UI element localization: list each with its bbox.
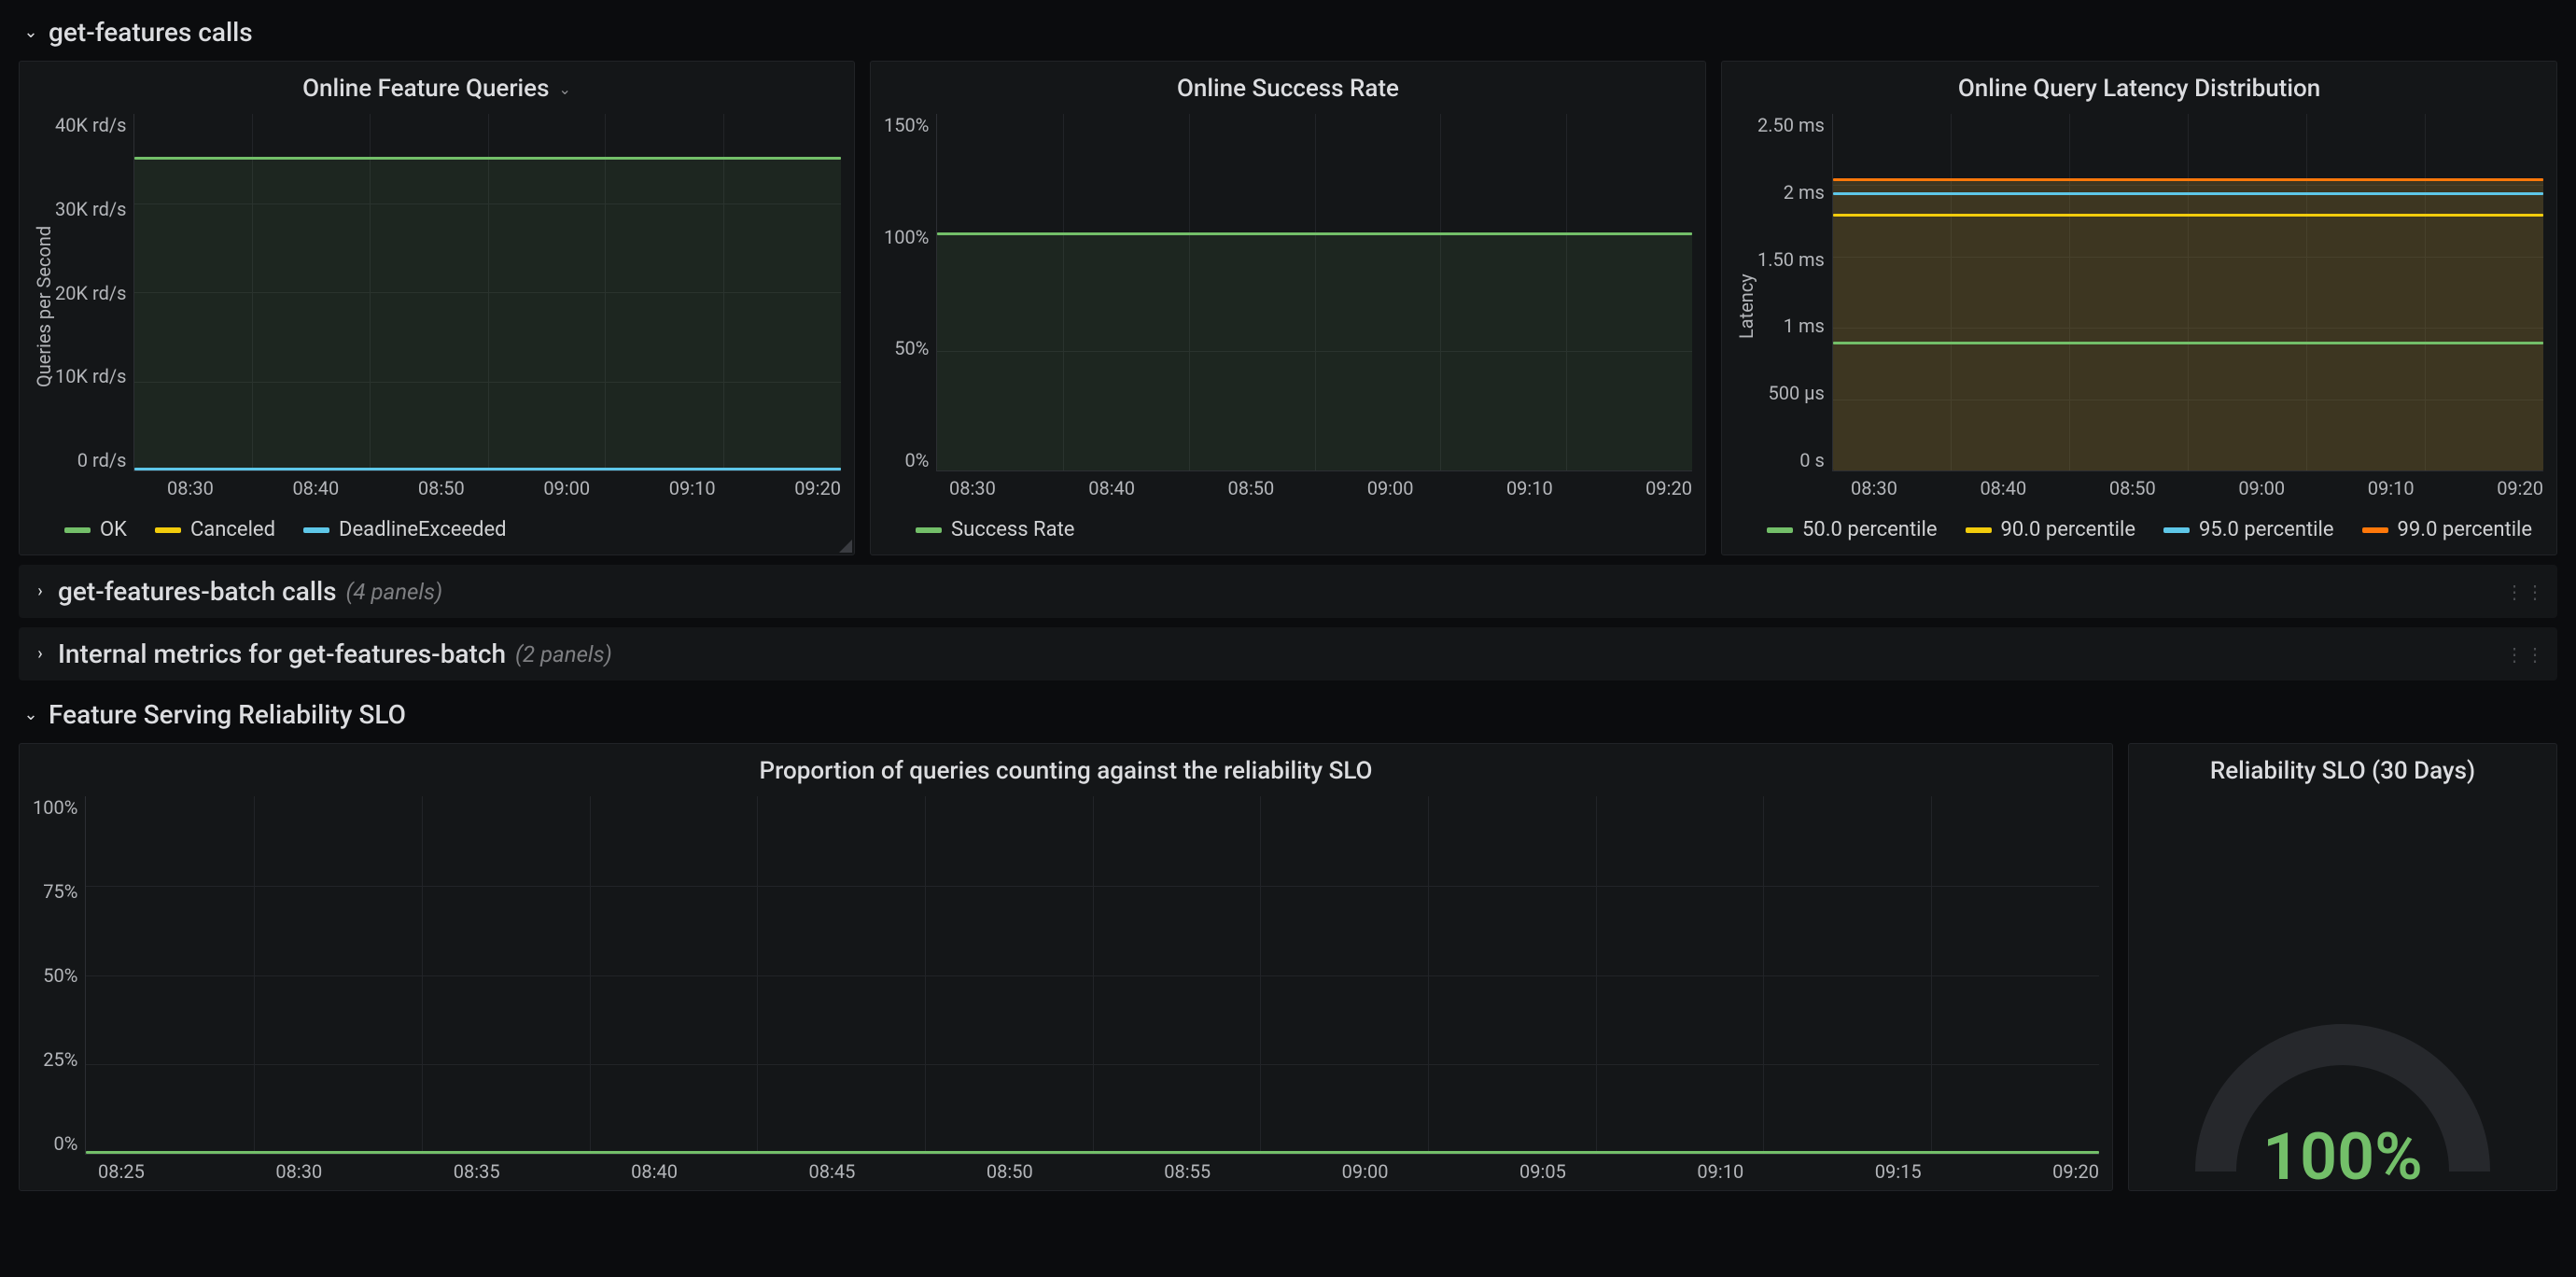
row-title: Internal metrics for get-features-batch bbox=[58, 638, 506, 669]
y-ticks: 40K rd/s 30K rd/s 20K rd/s 10K rd/s 0 rd… bbox=[55, 114, 133, 471]
panel-online-success-rate[interactable]: Online Success Rate 150% 100% 50% 0% bbox=[870, 61, 1706, 555]
row-toggle-get-features-batch[interactable]: › get-features-batch calls (4 panels) ⋮⋮ bbox=[19, 565, 2557, 618]
chart-plot[interactable] bbox=[1832, 114, 2543, 471]
x-ticks: 08:30 08:40 08:50 09:00 09:10 09:20 bbox=[55, 471, 841, 499]
panel-online-query-latency[interactable]: Online Query Latency Distribution Latenc… bbox=[1721, 61, 2557, 555]
y-ticks: 100% 75% 50% 25% 0% bbox=[33, 796, 85, 1155]
chart-plot[interactable] bbox=[936, 114, 1692, 471]
row-toggle-slo[interactable]: ⌄ Feature Serving Reliability SLO bbox=[19, 690, 2557, 743]
chevron-down-icon: ⌄ bbox=[22, 22, 39, 42]
y-axis-label: Queries per Second bbox=[33, 114, 55, 499]
panel-slo-proportion[interactable]: Proportion of queries counting against t… bbox=[19, 743, 2113, 1191]
legend-item-p95[interactable]: 95.0 percentile bbox=[2163, 518, 2334, 541]
x-ticks: 08:25 08:30 08:35 08:40 08:45 08:50 08:5… bbox=[33, 1155, 2099, 1183]
gauge-value: 100% bbox=[2262, 1119, 2423, 1196]
x-ticks: 08:30 08:40 08:50 09:00 09:10 09:20 bbox=[1757, 471, 2543, 499]
chevron-right-icon: › bbox=[32, 582, 49, 601]
panel-title[interactable]: Online Query Latency Distribution bbox=[1722, 62, 2556, 110]
legend[interactable]: OK Canceled DeadlineExceeded bbox=[20, 507, 854, 554]
panel-slo-gauge[interactable]: Reliability SLO (30 Days) 100% bbox=[2128, 743, 2557, 1191]
legend[interactable]: 50.0 percentile 90.0 percentile 95.0 per… bbox=[1722, 507, 2556, 554]
legend-item-ok[interactable]: OK bbox=[64, 518, 127, 541]
row-panel-count: (2 panels) bbox=[515, 641, 612, 667]
legend-item-p99[interactable]: 99.0 percentile bbox=[2362, 518, 2533, 541]
row-panel-count: (4 panels) bbox=[346, 579, 443, 605]
y-axis-label: Latency bbox=[1735, 114, 1757, 499]
panel-title[interactable]: Reliability SLO (30 Days) bbox=[2129, 744, 2556, 793]
legend[interactable]: Success Rate bbox=[871, 507, 1705, 554]
chevron-down-icon: ⌄ bbox=[22, 705, 39, 724]
resize-handle-icon[interactable] bbox=[839, 540, 852, 553]
legend-item-p50[interactable]: 50.0 percentile bbox=[1767, 518, 1938, 541]
x-ticks: 08:30 08:40 08:50 09:00 09:10 09:20 bbox=[884, 471, 1692, 499]
chart-plot[interactable] bbox=[85, 796, 2099, 1155]
chart-plot[interactable] bbox=[133, 114, 841, 471]
y-ticks: 2.50 ms 2 ms 1.50 ms 1 ms 500 µs 0 s bbox=[1757, 114, 1832, 471]
chevron-down-icon[interactable]: ⌄ bbox=[558, 80, 570, 98]
panel-title[interactable]: Proportion of queries counting against t… bbox=[20, 744, 2112, 793]
panel-title[interactable]: Online Success Rate bbox=[871, 62, 1705, 110]
row-toggle-internal-metrics[interactable]: › Internal metrics for get-features-batc… bbox=[19, 627, 2557, 681]
row-title: get-features calls bbox=[49, 17, 253, 48]
legend-item-p90[interactable]: 90.0 percentile bbox=[1966, 518, 2136, 541]
legend-item-success[interactable]: Success Rate bbox=[916, 518, 1074, 541]
panel-online-feature-queries[interactable]: Online Feature Queries ⌄ Queries per Sec… bbox=[19, 61, 855, 555]
legend-item-canceled[interactable]: Canceled bbox=[155, 518, 275, 541]
y-ticks: 150% 100% 50% 0% bbox=[884, 114, 936, 471]
drag-handle-icon[interactable]: ⋮⋮ bbox=[2505, 581, 2546, 603]
drag-handle-icon[interactable]: ⋮⋮ bbox=[2505, 643, 2546, 666]
row-title: get-features-batch calls bbox=[58, 576, 337, 607]
legend-item-deadline[interactable]: DeadlineExceeded bbox=[303, 518, 507, 541]
row-title: Feature Serving Reliability SLO bbox=[49, 699, 406, 730]
row-toggle-get-features[interactable]: ⌄ get-features calls bbox=[19, 7, 2557, 61]
gauge: 100% bbox=[2184, 1003, 2501, 1190]
panel-title[interactable]: Online Feature Queries ⌄ bbox=[20, 62, 854, 110]
chevron-right-icon: › bbox=[32, 644, 49, 664]
